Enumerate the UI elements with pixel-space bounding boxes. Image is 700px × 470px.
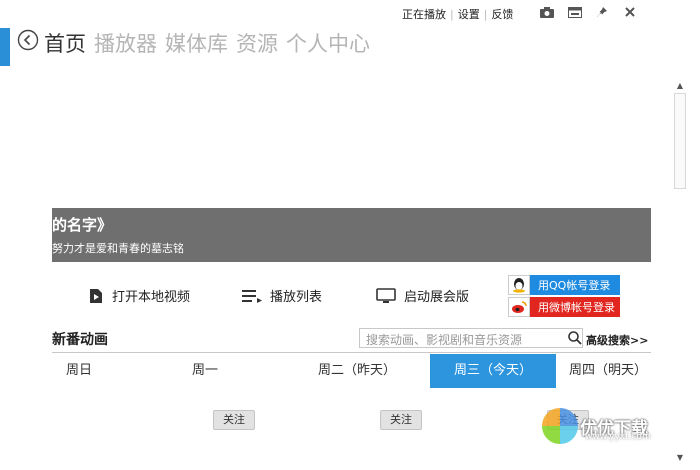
scrollbar-thumb[interactable] bbox=[674, 93, 686, 189]
open-local-video-button[interactable]: 打开本地视频 bbox=[88, 286, 190, 305]
weekday-tabs: 周日 周一 周二（昨天） 周三（今天） 周四（明天） bbox=[52, 354, 651, 388]
tab-player[interactable]: 播放器 bbox=[94, 28, 157, 58]
weibo-icon bbox=[508, 297, 530, 317]
open-local-video-label: 打开本地视频 bbox=[112, 290, 191, 305]
watermark: 优优下载 www.yyxt.com bbox=[540, 406, 651, 446]
tab-resources[interactable]: 资源 bbox=[236, 28, 278, 58]
separator: | bbox=[483, 7, 488, 21]
tab-thursday[interactable]: 周四（明天） bbox=[569, 354, 647, 388]
settings-link[interactable]: 设置 bbox=[458, 6, 480, 22]
local-file-icon bbox=[90, 288, 102, 303]
tab-home[interactable]: 首页 bbox=[44, 28, 86, 58]
weibo-login-button[interactable]: 用微博帐号登录 bbox=[508, 297, 620, 317]
playlist-icon bbox=[242, 289, 262, 303]
tab-sunday[interactable]: 周日 bbox=[66, 354, 92, 388]
search-icon[interactable] bbox=[567, 330, 583, 346]
playlist-button[interactable]: 播放列表 bbox=[242, 286, 322, 305]
pin-icon[interactable] bbox=[591, 3, 613, 21]
search-input[interactable]: 搜索动画、影视剧和音乐资源 bbox=[359, 328, 583, 348]
watermark-logo-icon bbox=[542, 408, 578, 444]
main-nav: 首页 播放器 媒体库 资源 个人中心 bbox=[44, 28, 378, 58]
advanced-search-link[interactable]: 高级搜索>> bbox=[586, 332, 648, 348]
scroll-down-arrow-icon[interactable]: ▼ bbox=[673, 450, 687, 464]
divider bbox=[52, 352, 651, 353]
top-links: 正在播放 | 设置 | 反馈 bbox=[402, 6, 513, 22]
separator: | bbox=[450, 7, 454, 21]
tab-wednesday-today[interactable]: 周三（今天） bbox=[430, 354, 556, 388]
minimize-icon[interactable] bbox=[564, 3, 586, 21]
follow-button[interactable]: 关注 bbox=[380, 410, 422, 430]
close-icon[interactable] bbox=[619, 3, 641, 21]
qq-login-button[interactable]: 用QQ帐号登录 bbox=[508, 275, 620, 295]
camera-icon[interactable] bbox=[536, 3, 558, 21]
weibo-login-label: 用微博帐号登录 bbox=[538, 301, 615, 314]
qq-icon bbox=[508, 275, 530, 295]
playlist-label: 播放列表 bbox=[270, 290, 323, 305]
back-icon[interactable] bbox=[17, 29, 39, 51]
tab-user-center[interactable]: 个人中心 bbox=[286, 28, 370, 58]
exhibition-mode-label: 启动展会版 bbox=[404, 290, 470, 305]
feedback-link[interactable]: 反馈 bbox=[491, 6, 513, 22]
watermark-url: www.yyxt.com bbox=[585, 432, 651, 442]
left-accent-bar bbox=[0, 28, 10, 66]
tab-library[interactable]: 媒体库 bbox=[165, 28, 228, 58]
promo-banner[interactable]: 的名字》 努力才是爱和青春的墓志铭 bbox=[52, 208, 651, 262]
banner-subtitle: 努力才是爱和青春的墓志铭 bbox=[52, 242, 184, 255]
banner-title: 的名字》 bbox=[52, 216, 113, 234]
follow-button[interactable]: 关注 bbox=[213, 410, 255, 430]
monitor-icon bbox=[376, 287, 396, 303]
tab-monday[interactable]: 周一 bbox=[192, 354, 218, 388]
section-title: 新番动画 bbox=[52, 332, 108, 348]
exhibition-mode-button[interactable]: 启动展会版 bbox=[376, 286, 469, 305]
qq-login-label: 用QQ帐号登录 bbox=[538, 279, 611, 292]
now-playing-link[interactable]: 正在播放 bbox=[402, 6, 446, 22]
scroll-up-arrow-icon[interactable]: ▲ bbox=[673, 78, 687, 92]
tab-tuesday[interactable]: 周二（昨天） bbox=[318, 354, 396, 388]
